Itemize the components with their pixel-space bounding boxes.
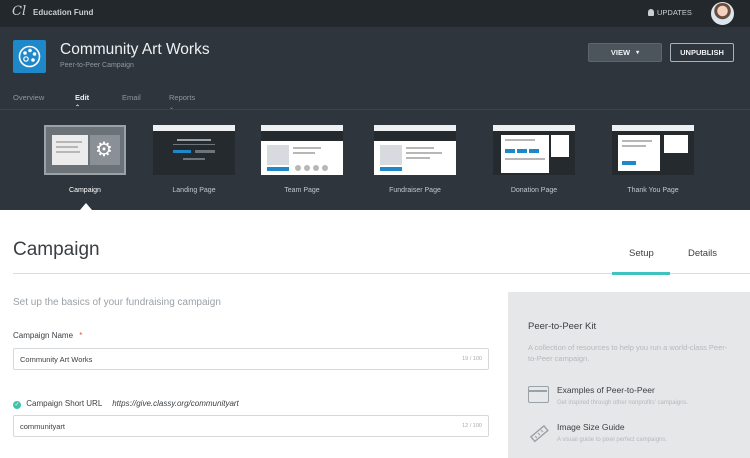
unpublish-button[interactable]: UNPUBLISH — [670, 43, 734, 62]
campaign-name-input[interactable]: Community Art Works 19 / 100 — [13, 348, 489, 370]
page-label-thank-you[interactable]: Thank You Page — [593, 187, 713, 194]
caret-down-icon: ▾ — [636, 50, 640, 56]
ruler-icon — [529, 424, 549, 444]
short-url-preview[interactable]: https://give.classy.org/communityart — [112, 399, 239, 408]
view-label: VIEW — [610, 48, 631, 57]
page-thumb-fundraiser[interactable] — [374, 125, 456, 175]
short-url-label: ✓ Campaign Short URL https://give.classy… — [13, 399, 239, 409]
page-label-landing[interactable]: Landing Page — [134, 187, 254, 194]
kit-item-image-guide-sub: A visual guide to pixel perfect campaign… — [557, 437, 668, 443]
required-marker: * — [79, 331, 83, 340]
updates-button[interactable]: UPDATES — [648, 8, 692, 17]
nav-edit-label: Edit — [75, 93, 90, 102]
campaign-name-label: Campaign Name * — [13, 331, 82, 340]
tab-details[interactable]: Details — [688, 248, 717, 259]
active-page-pointer — [80, 203, 92, 210]
page-title: Campaign — [13, 239, 100, 260]
browser-icon — [528, 386, 549, 403]
bell-icon — [648, 9, 654, 16]
top-bar: Cl Education Fund UPDATES — [0, 0, 750, 27]
page-label-campaign[interactable]: Campaign — [25, 187, 145, 194]
palette-icon — [13, 40, 46, 73]
section-intro: Set up the basics of your fundraising ca… — [13, 297, 221, 308]
campaign-subtitle: Peer-to-Peer Campaign — [60, 62, 134, 69]
gear-icon: ⚙ — [95, 139, 113, 161]
campaign-name-counter: 19 / 100 — [462, 356, 482, 362]
nav-reports-label: Reports — [169, 93, 196, 102]
short-url-value: communityart — [20, 421, 66, 431]
check-icon: ✓ — [13, 401, 21, 409]
peer-to-peer-kit: Peer-to-Peer Kit A collection of resourc… — [508, 292, 750, 458]
page-thumb-campaign[interactable]: ⚙ — [44, 125, 126, 175]
kit-item-examples[interactable]: Examples of Peer-to-Peer — [557, 385, 655, 395]
short-url-input[interactable]: communityart 12 / 100 — [13, 415, 489, 437]
short-url-counter: 12 / 100 — [462, 423, 482, 429]
page-thumb-team[interactable] — [261, 125, 343, 175]
nav-overview[interactable]: Overview — [13, 93, 44, 102]
nav-divider — [0, 109, 750, 110]
campaign-name-value: Community Art Works — [20, 354, 93, 364]
page-label-donation[interactable]: Donation Page — [474, 187, 594, 194]
campaign-title: Community Art Works — [60, 41, 210, 58]
active-tab-indicator — [612, 272, 670, 275]
page-label-team[interactable]: Team Page — [242, 187, 362, 194]
nav-email[interactable]: Email — [122, 93, 141, 102]
org-name[interactable]: Education Fund — [33, 8, 93, 17]
kit-item-image-guide[interactable]: Image Size Guide — [557, 422, 625, 432]
campaign-name-label-text: Campaign Name — [13, 331, 74, 340]
page-thumb-thank-you[interactable] — [612, 125, 694, 175]
page-thumb-donation[interactable] — [493, 125, 575, 175]
page-label-fundraiser[interactable]: Fundraiser Page — [355, 187, 475, 194]
kit-item-examples-sub: Get inspired through other nonprofits' c… — [557, 400, 689, 406]
kit-title: Peer-to-Peer Kit — [528, 321, 597, 332]
campaign-editor: Campaign Setup Details Set up the basics… — [0, 210, 750, 458]
view-button[interactable]: VIEW ▾ — [588, 43, 662, 62]
kit-description: A collection of resources to help you ru… — [528, 343, 728, 363]
short-url-label-text: Campaign Short URL — [26, 399, 102, 408]
campaign-header: Community Art Works Peer-to-Peer Campaig… — [0, 27, 750, 210]
tab-setup[interactable]: Setup — [629, 248, 654, 259]
avatar[interactable] — [711, 2, 734, 25]
app-logo[interactable]: Cl — [12, 4, 26, 19]
updates-label: UPDATES — [657, 8, 692, 17]
page-thumb-landing[interactable] — [153, 125, 235, 175]
